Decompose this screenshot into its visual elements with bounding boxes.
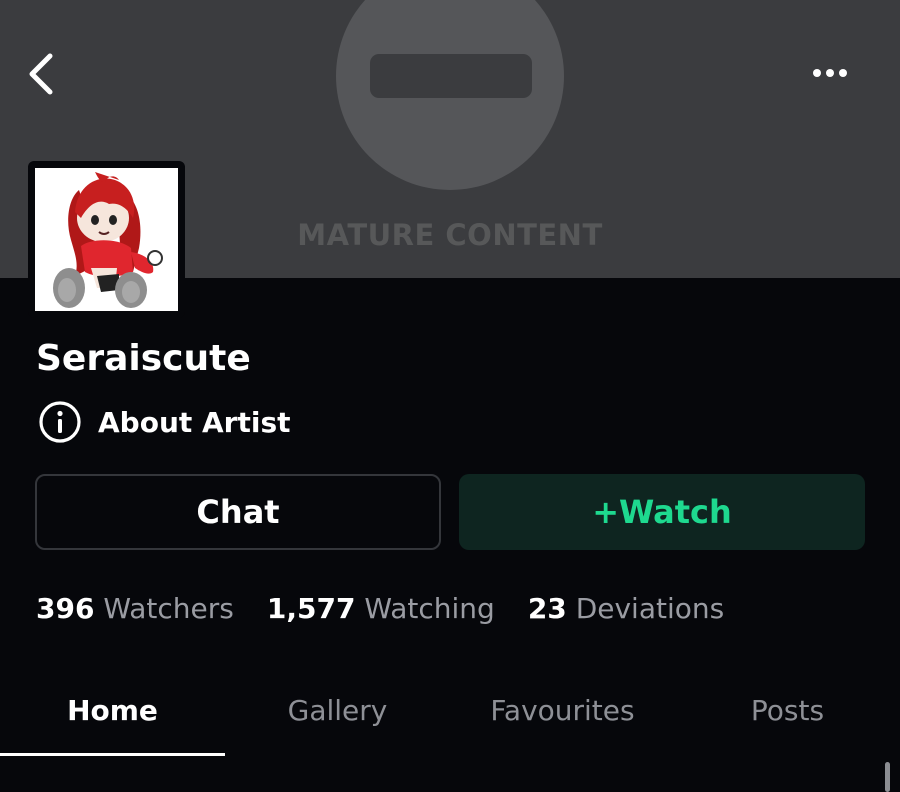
profile-stats: 396 Watchers 1,577 Watching 23 Deviations [36, 592, 757, 625]
mature-content-icon-bar [370, 54, 532, 98]
stat-deviations[interactable]: 23 Deviations [528, 592, 724, 625]
tab-gallery[interactable]: Gallery [225, 676, 450, 746]
about-artist-link[interactable]: About Artist [38, 400, 291, 444]
avatar[interactable] [28, 161, 185, 318]
stat-label: Watching [364, 592, 495, 625]
back-button[interactable] [20, 48, 68, 100]
stat-value: 396 [36, 592, 95, 625]
tab-favourites[interactable]: Favourites [450, 676, 675, 746]
profile-tabs: Home Gallery Favourites Posts [0, 676, 900, 756]
stat-watchers[interactable]: 396 Watchers [36, 592, 234, 625]
tab-posts[interactable]: Posts [675, 676, 900, 746]
stat-watching[interactable]: 1,577 Watching [267, 592, 495, 625]
watch-button[interactable]: +Watch [459, 474, 865, 550]
stat-label: Deviations [575, 592, 725, 625]
stat-value: 23 [527, 592, 567, 625]
stat-label: Watchers [103, 592, 234, 625]
avatar-image [35, 168, 178, 311]
more-options-button[interactable] [806, 56, 854, 90]
chevron-left-icon [29, 53, 53, 95]
tab-home[interactable]: Home [0, 676, 225, 746]
profile-username: Seraiscute [36, 338, 251, 379]
stat-value: 1,577 [266, 592, 356, 625]
info-circle-icon [39, 401, 81, 443]
active-tab-indicator [0, 753, 225, 756]
about-artist-label: About Artist [98, 405, 291, 439]
more-horizontal-icon [813, 69, 847, 77]
chat-button[interactable]: Chat [35, 474, 441, 550]
